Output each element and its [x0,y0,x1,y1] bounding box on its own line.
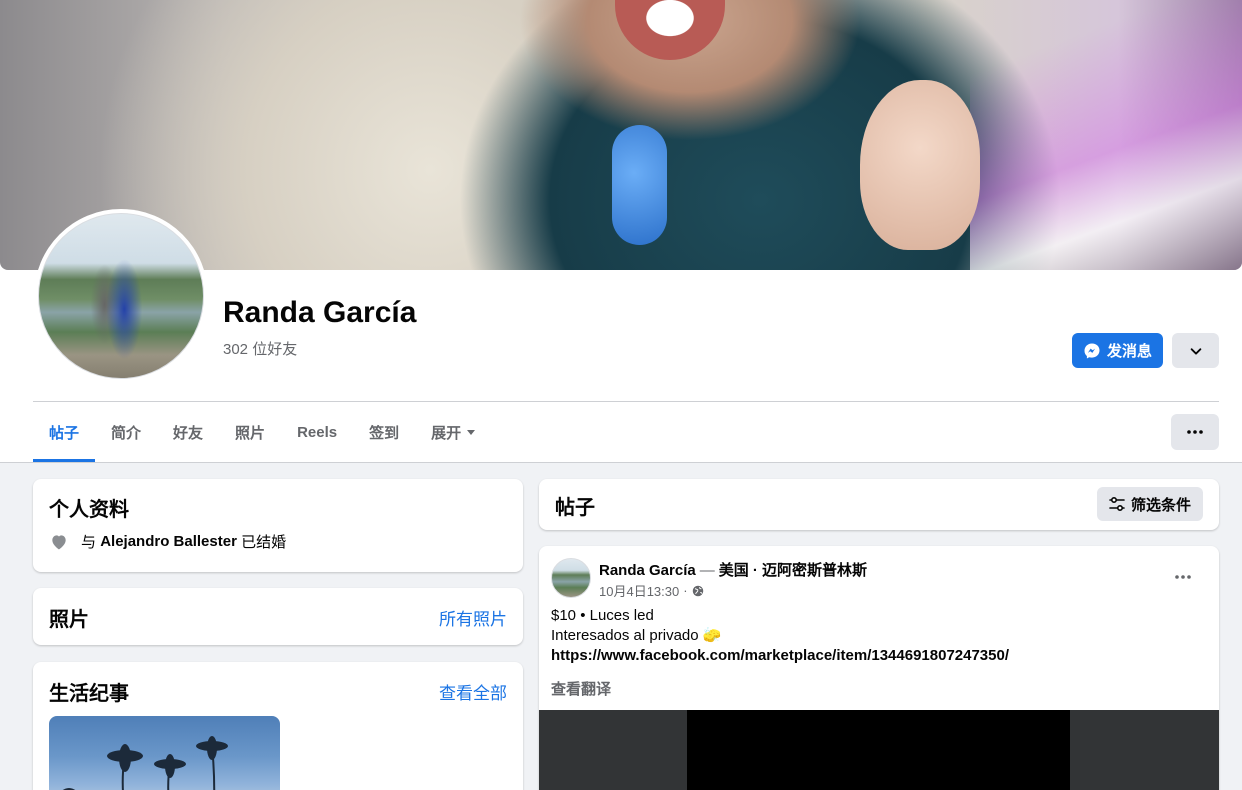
post-marketplace-link[interactable]: https://www.facebook.com/marketplace/ite… [551,646,1009,666]
messenger-icon [1084,343,1100,358]
posts-title: 帖子 [555,497,595,519]
photos-title: 照片 [49,609,89,631]
tab-label: 简介 [111,424,142,442]
tab-label: 帖子 [49,424,80,442]
post-video[interactable] [687,710,1070,790]
intro-card: 个人资料 与 Alejandro Ballester 已结婚 [33,479,523,572]
see-all-link[interactable]: 查看全部 [439,679,507,704]
profile-avatar[interactable] [34,209,208,383]
post-meta: 10月4日13:30 · [599,581,704,600]
tab-label: 展开 [431,424,462,442]
tab-posts[interactable]: 帖子 [33,402,96,462]
see-translation-link[interactable]: 查看翻译 [551,678,611,699]
filter-button[interactable]: 筛选条件 [1097,487,1203,521]
post-author-link[interactable]: Randa García [599,562,696,579]
post-body: $10 • Luces led Interesados al privado 🧽… [551,606,1009,666]
post-media[interactable] [539,710,1219,790]
tab-label: Reels [297,423,338,441]
profile-tabs: 帖子 简介 好友 照片 Reels 签到 展开 [33,402,491,462]
post-dash: — [699,562,715,579]
header-bottom-border [0,462,1242,463]
tab-more[interactable]: 展开 [415,402,491,462]
profile-header: Randa García 302 位好友 发消息 帖子 简介 好友 照片 Ree… [0,0,1242,463]
cover-detail [615,0,725,60]
posts-header-card: 帖子 筛选条件 [539,479,1219,530]
heart-icon [52,534,66,549]
tab-label: 好友 [173,424,204,442]
photos-card: 照片 所有照片 [33,588,523,645]
post-header: Randa García — 美国 · 迈阿密斯普林斯 [599,559,867,580]
post-line: Interesados al privado 🧽 [551,627,722,644]
post-author-avatar[interactable] [551,558,591,598]
friends-count[interactable]: 302 位好友 [223,338,297,359]
post-options-button[interactable] [1175,566,1191,584]
life-event-image[interactable] [49,716,280,790]
filter-label: 筛选条件 [1130,496,1191,514]
post-timestamp[interactable]: 10月4日13:30 [599,581,679,600]
more-icon [1175,575,1191,579]
tab-about[interactable]: 简介 [95,402,157,462]
chevron-down-icon [1190,347,1201,355]
tab-checkins[interactable]: 签到 [353,402,415,462]
intro-title: 个人资料 [49,499,129,521]
profile-avatar-image [38,213,204,379]
tab-label: 照片 [235,424,266,442]
life-events-title: 生活纪事 [49,683,129,705]
post-card: Randa García — 美国 · 迈阿密斯普林斯 10月4日13:30 · $… [539,546,1219,790]
tab-reels[interactable]: Reels [281,402,353,462]
tabs-more-options-button[interactable] [1171,414,1219,450]
relationship-suffix: 已结婚 [241,534,287,551]
spouse-link[interactable]: Alejandro Ballester [100,533,237,550]
send-message-button[interactable]: 发消息 [1072,333,1163,368]
send-message-label: 发消息 [1106,343,1152,360]
filter-icon [1109,496,1125,512]
globe-icon [692,585,703,596]
more-icon [1187,430,1203,434]
profile-name: Randa García [223,296,417,329]
cover-photo[interactable] [0,0,1242,270]
tab-label: 签到 [369,424,400,442]
cover-detail [860,80,980,250]
post-location-link[interactable]: 美国 · 迈阿密斯普林斯 [719,562,867,579]
relationship-prefix: 与 [81,534,97,551]
all-photos-link[interactable]: 所有照片 [439,605,507,630]
tab-friends[interactable]: 好友 [157,402,219,462]
caret-down-icon [467,429,476,435]
profile-more-button[interactable] [1172,333,1219,368]
post-line: $10 • Luces led [551,607,654,624]
relationship-row: 与 Alejandro Ballester 已结婚 [49,531,286,552]
palm-trees-image [63,736,228,790]
post-meta-separator: · [683,583,688,598]
cover-detail [612,125,667,245]
tab-photos[interactable]: 照片 [219,402,281,462]
life-events-card: 生活纪事 查看全部 [33,662,523,790]
cover-light [970,0,1242,270]
